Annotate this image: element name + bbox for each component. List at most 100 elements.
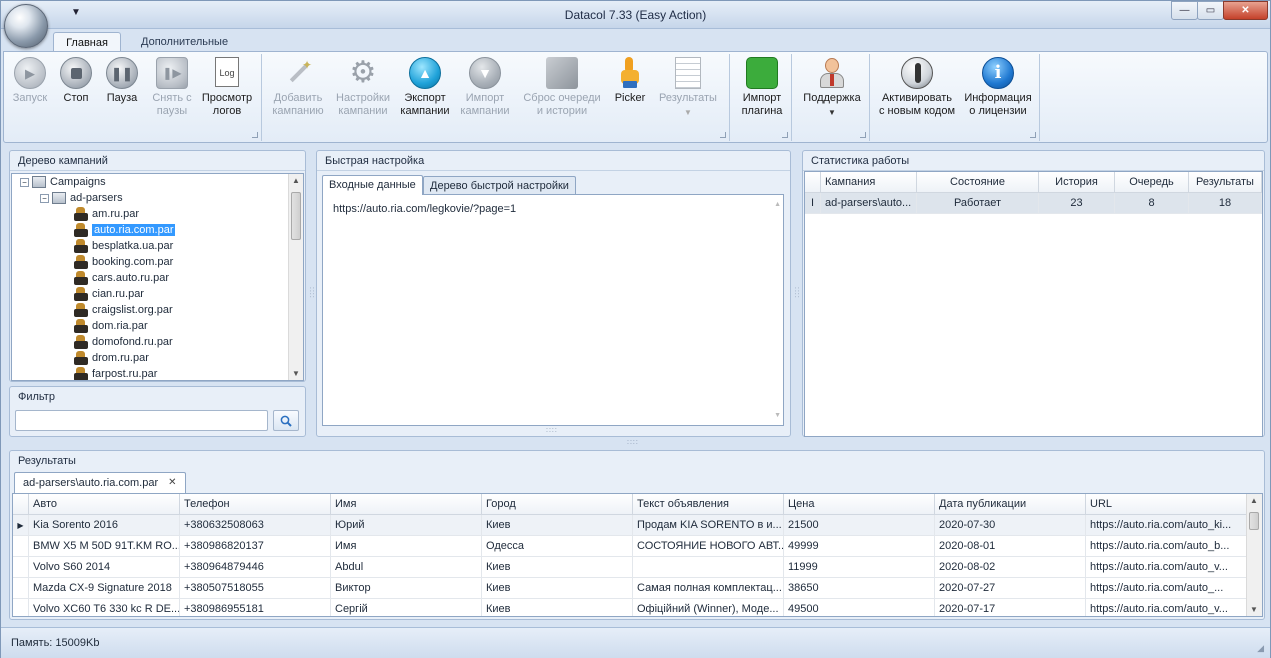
unpause-button[interactable]: ❚▶ Снять с паузы (148, 57, 196, 118)
results-grid[interactable]: Авто Телефон Имя Город Текст объявления Цена Д… (12, 493, 1263, 617)
restore-button[interactable]: ▭ (1197, 1, 1224, 20)
tab-additional[interactable]: Дополнительные (129, 32, 240, 52)
stats-grid[interactable]: Кампания Состояние История Очередь Резул… (804, 171, 1263, 437)
tree-item[interactable]: auto.ria.com.par (74, 222, 176, 238)
collapse-icon[interactable]: − (20, 177, 29, 187)
results-col-header[interactable]: Город (482, 494, 633, 515)
campaign-settings-button[interactable]: ⚙ Настройки кампании (332, 57, 394, 118)
table-cell: 2020-07-30 (935, 515, 1086, 536)
results-tab[interactable]: ad-parsers\auto.ria.com.par ✕ (14, 472, 186, 493)
table-row[interactable]: ▶ Kia Sorento 2016 +380632508063 Юрий Киев Пр… (13, 515, 1247, 536)
results-grid-header: Авто Телефон Имя Город Текст объявления Цена Д… (13, 494, 1247, 515)
scroll-down-icon[interactable]: ▼ (1250, 605, 1258, 614)
stats-col-campaign[interactable]: Кампания (821, 172, 917, 193)
close-tab-icon[interactable]: ✕ (168, 477, 176, 493)
vertical-splitter[interactable]: :::: (308, 287, 315, 299)
stats-row[interactable]: I ad-parsers\auto... Работает 23 8 18 (805, 193, 1262, 214)
tab-quick-settings-tree[interactable]: Дерево быстрой настройки (423, 176, 576, 194)
group-launcher[interactable] (720, 132, 726, 138)
table-cell: 38650 (784, 578, 935, 599)
campaign-tree[interactable]: − Campaigns − ad-parsers am.ru.par auto.ria… (11, 173, 304, 381)
import-campaign-button[interactable]: ▼ Импорт кампании (458, 57, 512, 118)
stop-button[interactable]: Стоп (56, 57, 96, 105)
table-cell: Виктор (331, 578, 482, 599)
minimize-button[interactable]: — (1171, 1, 1198, 20)
horizontal-splitter[interactable]: :::: (546, 427, 558, 434)
results-button[interactable]: Результаты ▼ (656, 57, 720, 119)
tree-item[interactable]: craigslist.org.par (74, 302, 173, 318)
vertical-splitter[interactable]: :::: (793, 287, 800, 299)
tree-folder[interactable]: − ad-parsers (40, 190, 123, 206)
group-launcher[interactable] (1030, 132, 1036, 138)
filter-search-button[interactable] (273, 410, 299, 431)
stats-col-history[interactable]: История (1039, 172, 1115, 193)
run-button[interactable]: ▶ Запуск (8, 57, 52, 105)
tree-root[interactable]: − Campaigns (20, 174, 106, 190)
import-plugin-button[interactable]: Импорт плагина (736, 57, 788, 118)
parser-file-icon (74, 319, 88, 334)
scroll-up-icon[interactable]: ▲ (774, 201, 781, 208)
tree-item-label: auto.ria.com.par (92, 224, 176, 236)
tab-input-data[interactable]: Входные данные (322, 175, 423, 195)
resize-grip-icon[interactable]: ◢ (1257, 643, 1264, 654)
horizontal-splitter[interactable]: :::: (627, 439, 639, 446)
results-col-header[interactable]: Текст объявления (633, 494, 784, 515)
group-launcher[interactable] (782, 132, 788, 138)
stats-col-queue[interactable]: Очередь (1115, 172, 1189, 193)
tree-item[interactable]: cian.ru.par (74, 286, 144, 302)
input-data-area[interactable]: https://auto.ria.com/legkovie/?page=1 ▲ … (322, 194, 784, 426)
pause-button[interactable]: ❚❚ Пауза (100, 57, 144, 105)
table-row[interactable]: Mazda CX-9 Signature 2018 +380507518055 Ви… (13, 578, 1247, 599)
export-campaign-button[interactable]: ▲ Экспорт кампании (398, 57, 452, 118)
pointer-hand-icon (614, 57, 646, 89)
tab-main[interactable]: Главная (53, 32, 121, 52)
picker-button[interactable]: Picker (608, 57, 652, 105)
table-row[interactable]: Volvo XC60 T6 330 kc R DE... +38098695518… (13, 599, 1247, 616)
scroll-thumb[interactable] (291, 192, 301, 240)
tree-item[interactable]: drom.ru.par (74, 350, 149, 366)
tree-scrollbar[interactable]: ▲ ▼ (288, 174, 303, 380)
info-icon: i (982, 57, 1014, 89)
support-button[interactable]: Поддержка ▼ (798, 57, 866, 119)
view-logs-button[interactable]: Log Просмотр логов (200, 57, 254, 118)
group-launcher[interactable] (252, 132, 258, 138)
close-button[interactable]: ✕ (1223, 1, 1268, 20)
scroll-down-icon[interactable]: ▼ (774, 412, 781, 419)
tree-item[interactable]: farpost.ru.par (74, 366, 157, 380)
row-indicator (13, 536, 29, 557)
tree-item[interactable]: cars.auto.ru.par (74, 270, 169, 286)
results-scrollbar[interactable]: ▲ ▼ (1246, 494, 1262, 616)
add-campaign-button[interactable]: ✦ Добавить кампанию (268, 57, 328, 118)
stats-col-results[interactable]: Результаты (1189, 172, 1262, 193)
results-col-header[interactable]: Телефон (180, 494, 331, 515)
tree-item[interactable]: dom.ria.par (74, 318, 148, 334)
tree-item[interactable]: domofond.ru.par (74, 334, 173, 350)
table-row[interactable]: BMW X5 M 50D 91T.KM RO... +380986820137 Им… (13, 536, 1247, 557)
scroll-down-icon[interactable]: ▼ (292, 369, 300, 378)
activate-button[interactable]: Активировать с новым кодом (878, 57, 956, 118)
results-col-header[interactable]: Дата публикации (935, 494, 1086, 515)
campaign-tree-panel: Дерево кампаний − Campaigns − ad-parsers a… (9, 150, 306, 382)
tree-item[interactable]: booking.com.par (74, 254, 173, 270)
tree-item[interactable]: am.ru.par (74, 206, 139, 222)
scroll-thumb[interactable] (1249, 512, 1259, 530)
collapse-icon[interactable]: − (40, 193, 49, 203)
stats-cell-queue: 8 (1115, 193, 1189, 214)
scroll-up-icon[interactable]: ▲ (1250, 496, 1258, 505)
table-row[interactable]: Volvo S60 2014 +380964879446 Abdul Киев 1199… (13, 557, 1247, 578)
tree-item[interactable]: besplatka.ua.par (74, 238, 173, 254)
results-col-header[interactable]: URL (1086, 494, 1247, 515)
license-info-button[interactable]: i Информация о лицензии (962, 57, 1034, 118)
group-launcher[interactable] (860, 132, 866, 138)
results-col-header[interactable]: Цена (784, 494, 935, 515)
application-menu-button[interactable] (4, 4, 48, 48)
stats-col-state[interactable]: Состояние (917, 172, 1039, 193)
stats-cell-campaign: ad-parsers\auto... (821, 193, 917, 214)
filter-input[interactable] (15, 410, 268, 431)
table-cell: 49500 (784, 599, 935, 616)
results-col-header[interactable]: Имя (331, 494, 482, 515)
results-col-header[interactable]: Авто (29, 494, 180, 515)
reset-queue-button[interactable]: Сброс очереди и истории (520, 57, 604, 118)
scroll-up-icon[interactable]: ▲ (292, 176, 300, 185)
input-data-text[interactable]: https://auto.ria.com/legkovie/?page=1 (333, 203, 516, 215)
